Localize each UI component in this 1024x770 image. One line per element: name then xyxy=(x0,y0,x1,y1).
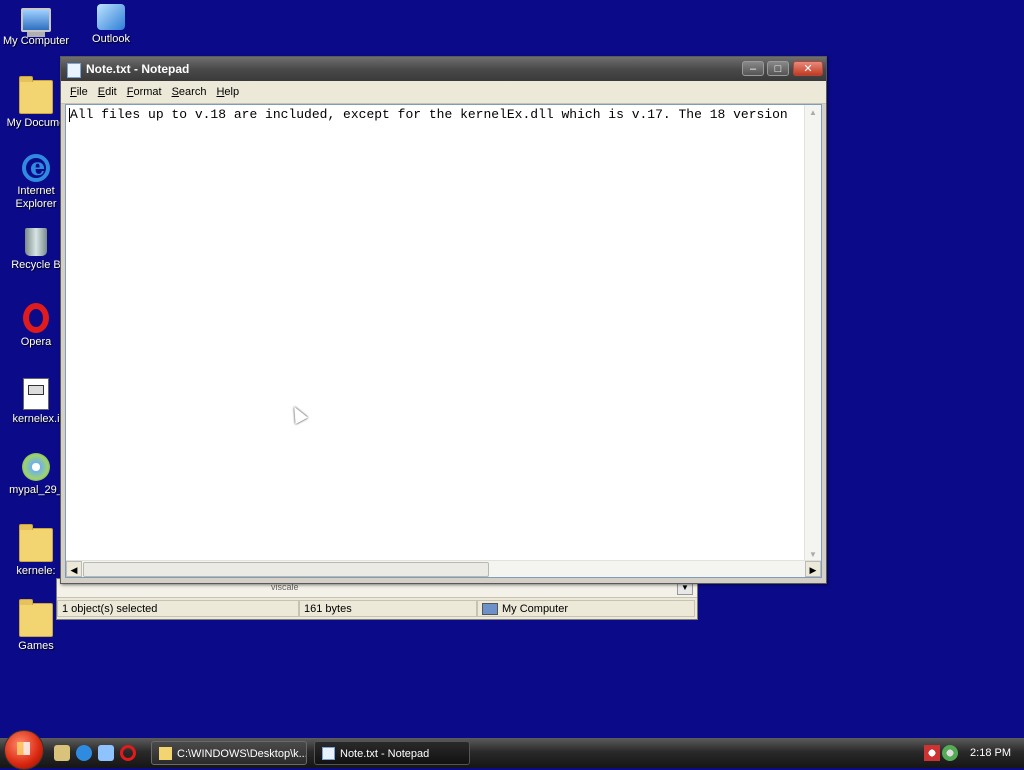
desktop-icon-label: Internet Explorer xyxy=(15,185,57,210)
menu-help[interactable]: Help xyxy=(211,82,244,102)
outlook-icon[interactable] xyxy=(98,745,114,761)
computer-icon xyxy=(21,8,51,37)
text-content[interactable]: All files up to v.18 are included, excep… xyxy=(68,107,805,565)
menu-format[interactable]: Format xyxy=(122,82,167,102)
close-button[interactable]: ✕ xyxy=(793,61,823,76)
text-first-char: A xyxy=(70,107,78,122)
vertical-scrollbar[interactable]: ▲ ▼ xyxy=(804,105,821,563)
system-tray: 2:18 PM xyxy=(924,738,1024,768)
text-editor[interactable]: All files up to v.18 are included, excep… xyxy=(65,104,822,578)
desktop-icon-label: Games xyxy=(18,640,54,652)
recycle-bin-icon xyxy=(25,228,47,256)
menu-edit[interactable]: Edit xyxy=(93,82,122,102)
taskbar-button-label: C:\WINDOWS\Desktop\k... xyxy=(177,748,307,760)
status-bar: 1 object(s) selected 161 bytes My Comput… xyxy=(57,598,697,619)
folder-icon xyxy=(19,599,53,637)
taskbar-button-explorer[interactable]: C:\WINDOWS\Desktop\k... xyxy=(151,741,307,765)
scroll-left-icon[interactable]: ◀ xyxy=(66,561,82,577)
scroll-right-icon[interactable]: ▶ xyxy=(805,561,821,577)
outlook-icon xyxy=(97,4,125,30)
internet-explorer-icon[interactable] xyxy=(76,745,92,761)
folder-icon xyxy=(159,747,172,760)
notepad-icon xyxy=(322,747,335,760)
notepad-window[interactable]: Note.txt - Notepad – □ ✕ File Edit Forma… xyxy=(60,56,827,584)
notepad-icon xyxy=(67,63,81,78)
internet-explorer-icon xyxy=(22,152,50,182)
taskbar-button-notepad[interactable]: Note.txt - Notepad xyxy=(314,741,470,765)
taskbar-button-label: Note.txt - Notepad xyxy=(340,748,430,760)
maximize-button[interactable]: □ xyxy=(767,61,789,76)
volume-icon[interactable] xyxy=(924,745,941,761)
opera-icon xyxy=(23,303,49,333)
quick-launch xyxy=(54,745,136,761)
menu-search[interactable]: Search xyxy=(167,82,212,102)
horizontal-scrollbar[interactable]: ◀ ▶ xyxy=(66,560,821,577)
desktop-icon-outlook[interactable]: Outlook xyxy=(75,4,147,46)
desktop-icon-label: Outlook xyxy=(92,33,130,45)
clock[interactable]: 2:18 PM xyxy=(970,747,1011,759)
show-desktop-icon[interactable] xyxy=(54,745,70,761)
folder-icon xyxy=(19,524,53,562)
status-size: 161 bytes xyxy=(299,600,477,617)
menu-file[interactable]: File xyxy=(65,82,93,102)
scroll-thumb[interactable] xyxy=(83,562,489,577)
setup-cd-icon xyxy=(22,453,50,481)
minimize-button[interactable]: – xyxy=(742,61,764,76)
explorer-window: viscale ▼ 1 object(s) selected 161 bytes… xyxy=(56,578,698,620)
desktop-icon-my-computer[interactable]: My Computer xyxy=(0,4,72,48)
title-bar[interactable]: Note.txt - Notepad – □ ✕ xyxy=(61,57,826,81)
setup-file-icon xyxy=(23,378,49,410)
scroll-up-icon[interactable]: ▲ xyxy=(805,105,821,121)
text-line: ll files up to v.18 are included, except… xyxy=(77,107,788,122)
network-icon[interactable] xyxy=(942,745,959,761)
window-title: Note.txt - Notepad xyxy=(86,62,190,76)
menu-bar: File Edit Format Search Help xyxy=(61,81,826,104)
status-selected: 1 object(s) selected xyxy=(57,600,299,617)
opera-icon[interactable] xyxy=(120,745,136,761)
my-computer-icon xyxy=(482,603,498,616)
documents-folder-icon xyxy=(19,76,53,114)
status-location: My Computer xyxy=(477,600,695,617)
status-location-label: My Computer xyxy=(502,603,569,615)
start-button[interactable] xyxy=(4,730,44,770)
